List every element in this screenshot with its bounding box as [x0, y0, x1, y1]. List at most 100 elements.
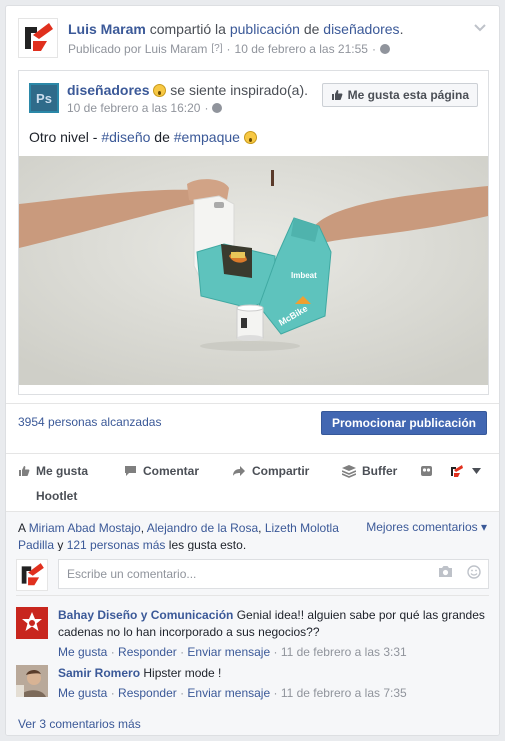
meta-sep: ·	[176, 645, 188, 659]
liker-link[interactable]: Miriam Abad Mostajo	[29, 521, 141, 535]
post-card: Luis Maram compartió la publicación de d…	[5, 5, 500, 736]
page-link[interactable]: diseñadores	[323, 21, 399, 37]
more-comments-link[interactable]: Ver 3 comentarios más	[18, 717, 141, 731]
page-avatar[interactable]: Ps	[29, 83, 59, 113]
shared-text: compartió la	[149, 21, 226, 37]
globe-icon[interactable]	[379, 44, 390, 54]
author-logo-icon	[21, 563, 44, 586]
meta-dot: ·	[371, 42, 376, 56]
action-bar: Me gusta Comentar Compartir Buffer Hootl…	[6, 453, 499, 513]
commenter-avatar	[16, 559, 48, 591]
comment-date-link[interactable]: 11 de febrero a las 7:35	[281, 686, 407, 700]
comment-meta: Me gusta · Responder · Enviar mensaje · …	[58, 644, 489, 661]
hootsuite-owl-icon	[421, 466, 432, 476]
like-page-label: Me gusta esta página	[347, 88, 469, 102]
like-button[interactable]: Me gusta	[18, 464, 88, 478]
share-button[interactable]: Compartir	[232, 464, 309, 478]
reach-row: 3954 personas alcanzadas Promocionar pub…	[6, 403, 499, 437]
shared-page-link[interactable]: diseñadores	[67, 82, 149, 98]
help-marker[interactable]: [?]	[211, 41, 222, 57]
comment-meta: Me gusta · Responder · Enviar mensaje · …	[58, 685, 489, 702]
post-date-link[interactable]: 10 de febrero a las 21:55	[235, 41, 368, 57]
comment-reply-link[interactable]: Responder	[118, 686, 177, 700]
promote-button[interactable]: Promocionar publicación	[320, 411, 487, 435]
shared-body: Otro nivel - #diseño de #empaque	[29, 129, 257, 145]
page-logo-icon	[451, 465, 463, 477]
comment-text: Hipster mode !	[140, 666, 222, 680]
comment-reply-link[interactable]: Responder	[118, 645, 177, 659]
comment-like-link[interactable]: Me gusta	[58, 645, 107, 659]
comment-author-link[interactable]: Bahay Diseño y Comunicación	[58, 608, 233, 622]
post-header: Luis Maram compartió la publicación de d…	[18, 18, 487, 62]
like-page-button[interactable]: Me gusta esta página	[321, 83, 478, 107]
shared-headline: diseñadores se siente inspirado(a).	[67, 81, 308, 99]
likes-text: A	[18, 521, 29, 535]
feeling-text: se siente inspirado(a).	[170, 82, 309, 98]
packaging-photo: Imbeat McBike	[19, 156, 488, 385]
liker-link[interactable]: Alejandro de la Rosa	[147, 521, 258, 535]
likes-text: y	[54, 538, 67, 552]
meta-sep: ·	[270, 686, 281, 700]
post-meta: Publicado por Luis Maram [?] · 10 de feb…	[68, 41, 463, 57]
page-switcher-button[interactable]	[450, 464, 481, 478]
comment-icon	[125, 466, 136, 476]
hashtag-empaque[interactable]: #empaque	[174, 129, 240, 145]
meta-dot: ·	[204, 101, 209, 115]
caret-down-icon	[472, 468, 481, 474]
comment-input[interactable]: Escribe un comentario...	[58, 559, 489, 589]
body-text: de	[150, 129, 174, 145]
surprised-emoji-icon	[243, 131, 257, 144]
thumbs-up-icon	[19, 466, 30, 476]
published-by: Publicado por Luis Maram	[68, 42, 208, 56]
share-label: Compartir	[252, 464, 310, 478]
author-avatar[interactable]	[18, 18, 58, 58]
comment-like-link[interactable]: Me gusta	[58, 686, 107, 700]
likes-text: les gusta esto.	[165, 538, 247, 552]
meta-sep: ·	[107, 686, 119, 700]
comment-author-link[interactable]: Samir Romero	[58, 666, 140, 680]
share-arrow-icon	[233, 466, 245, 476]
shared-date-link[interactable]: 10 de febrero a las 16:20	[67, 101, 200, 115]
comments-section: Escribe un comentario... Bahay Diseño y …	[6, 551, 499, 735]
post-photo[interactable]: Imbeat McBike	[19, 156, 488, 385]
comment-message-link[interactable]: Enviar mensaje	[187, 686, 270, 700]
comment-button[interactable]: Comentar	[124, 464, 199, 478]
camera-icon[interactable]	[438, 565, 453, 578]
body-text: Otro nivel -	[29, 129, 102, 145]
meta-sep: ·	[107, 645, 119, 659]
like-label: Me gusta	[36, 464, 89, 478]
owl-button[interactable]	[420, 464, 433, 477]
best-comments-dropdown[interactable]: Mejores comentarios ▾	[366, 520, 487, 534]
hashtag-diseno[interactable]: #diseño	[101, 129, 150, 145]
globe-icon[interactable]	[212, 103, 223, 113]
likes-sentence: A Miriam Abad Mostajo, Alejandro de la R…	[18, 520, 358, 554]
emoji-picker-icon[interactable]	[467, 565, 481, 579]
likes-text: ,	[258, 521, 265, 535]
buffer-icon	[342, 464, 356, 478]
divider	[16, 595, 489, 596]
comment-date-link[interactable]: 11 de febrero a las 3:31	[281, 645, 407, 659]
author-logo-icon	[25, 23, 53, 51]
commenter-avatar[interactable]	[16, 607, 48, 639]
meta-dot: ·	[226, 42, 231, 56]
de-text: de	[303, 21, 320, 37]
commenter-avatar[interactable]	[16, 665, 48, 697]
shared-post: Ps diseñadores se siente inspirado(a). 1…	[18, 70, 489, 395]
publication-link[interactable]: publicación	[230, 21, 300, 37]
feeling-emoji-icon	[153, 84, 167, 97]
hootlet-button[interactable]: Hootlet	[36, 489, 77, 503]
meta-sep: ·	[176, 686, 188, 700]
comment-message-link[interactable]: Enviar mensaje	[187, 645, 270, 659]
period: .	[399, 21, 404, 37]
buffer-button[interactable]: Buffer	[342, 464, 397, 478]
others-link[interactable]: 121 personas más	[67, 538, 166, 552]
bahay-logo-icon	[16, 607, 48, 639]
photo-brand2: Imbeat	[291, 271, 317, 280]
comment-label: Comentar	[143, 464, 200, 478]
buffer-label: Buffer	[362, 464, 398, 478]
chevron-down-icon[interactable]	[473, 20, 487, 34]
reach-link[interactable]: 3954 personas alcanzadas	[18, 415, 161, 429]
author-name-link[interactable]: Luis Maram	[68, 21, 146, 37]
thumbs-up-icon	[331, 90, 343, 100]
meta-sep: ·	[270, 645, 281, 659]
